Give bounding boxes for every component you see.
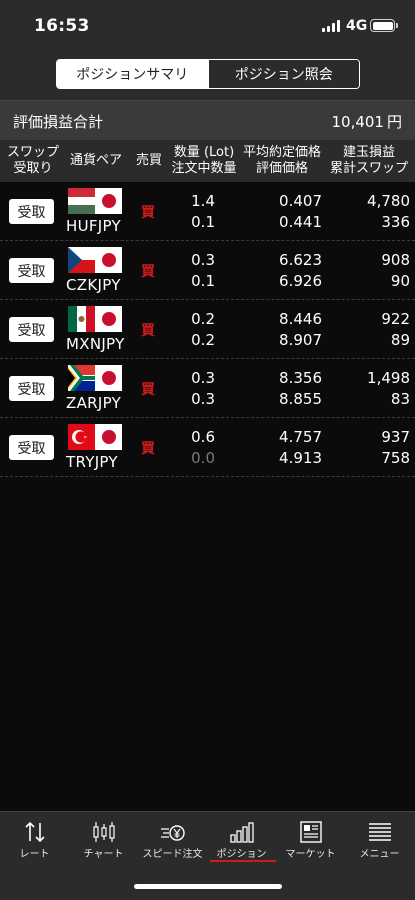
segment-bar: ポジションサマリ ポジション照会 bbox=[0, 50, 415, 100]
currency-pair-flags bbox=[68, 247, 122, 273]
pair-name: ZARJPY bbox=[66, 394, 122, 412]
currency-pair-flags bbox=[68, 188, 122, 214]
menu-list-icon bbox=[369, 823, 391, 841]
table-header: スワップ 受取り 通貨ペア 売買 数量 (Lot) 注文中数量 平均約定価格 評価価格… bbox=[0, 140, 415, 182]
quantity-value: 0.6 bbox=[191, 428, 215, 446]
tab-market[interactable]: マーケット bbox=[276, 812, 345, 868]
home-indicator[interactable] bbox=[134, 884, 282, 889]
average-price-value: 8.446 bbox=[279, 310, 322, 328]
flag-czech-icon bbox=[68, 247, 95, 273]
signal-icon bbox=[322, 20, 341, 32]
position-row[interactable]: 受取 TRYJPY 買 0.6 0.0 4.757 4.913 937 758 bbox=[0, 418, 415, 477]
receive-swap-button[interactable]: 受取 bbox=[9, 317, 54, 342]
bar-chart-icon bbox=[230, 822, 254, 843]
receive-swap-button[interactable]: 受取 bbox=[9, 258, 54, 283]
position-pl-value: 937 bbox=[381, 428, 410, 446]
pair-name: TRYJPY bbox=[66, 453, 118, 471]
flag-hungary-icon bbox=[68, 188, 95, 214]
flag-japan-icon bbox=[95, 365, 122, 391]
header-swap-receive: スワップ 受取り bbox=[6, 145, 59, 176]
receive-swap-button[interactable]: 受取 bbox=[9, 435, 54, 460]
accumulated-swap-value: 758 bbox=[381, 449, 410, 467]
quantity-value: 0.2 bbox=[191, 310, 215, 328]
tab-menu-label: メニュー bbox=[359, 849, 400, 860]
order-quantity-value: 0.0 bbox=[191, 449, 215, 467]
flag-turkey-icon bbox=[68, 424, 95, 450]
header-quantity: 数量 (Lot) 注文中数量 bbox=[171, 145, 237, 176]
trade-side: 買 bbox=[141, 323, 155, 339]
candlestick-icon bbox=[93, 822, 115, 842]
tab-menu[interactable]: メニュー bbox=[345, 812, 414, 868]
arrows-updown-icon bbox=[25, 821, 45, 843]
header-pl-swap: 建玉損益 累計スワップ bbox=[329, 145, 408, 176]
trade-side: 買 bbox=[141, 205, 155, 221]
order-quantity-value: 0.2 bbox=[191, 331, 215, 349]
header-pair: 通貨ペア bbox=[69, 153, 122, 168]
average-price-value: 4.757 bbox=[279, 428, 322, 446]
header-price: 平均約定価格 評価価格 bbox=[242, 145, 321, 176]
total-pl-row: 評価損益合計 10,401 円 bbox=[0, 100, 415, 140]
currency-pair-flags bbox=[68, 365, 122, 391]
header-side: 売買 bbox=[135, 153, 162, 168]
newspaper-icon bbox=[300, 821, 322, 843]
currency-pair-flags bbox=[68, 424, 122, 450]
pair-name: HUFJPY bbox=[66, 217, 121, 235]
evaluation-price-value: 0.441 bbox=[279, 213, 322, 231]
position-row[interactable]: 受取 ZARJPY 買 0.3 0.3 8.356 8.855 1,498 83 bbox=[0, 359, 415, 418]
accumulated-swap-value: 90 bbox=[390, 272, 410, 290]
flag-south-africa-icon bbox=[68, 365, 95, 391]
status-time: 16:53 bbox=[34, 16, 90, 36]
evaluation-price-value: 8.855 bbox=[279, 390, 322, 408]
position-row[interactable]: 受取 MXNJPY 買 0.2 0.2 8.446 8.907 922 89 bbox=[0, 300, 415, 359]
quantity-value: 0.3 bbox=[191, 251, 215, 269]
currency-pair-flags bbox=[68, 306, 122, 332]
order-quantity-value: 0.3 bbox=[191, 390, 215, 408]
accumulated-swap-value: 89 bbox=[390, 331, 410, 349]
trade-side: 買 bbox=[141, 441, 155, 457]
tab-position-inquiry[interactable]: ポジション照会 bbox=[207, 60, 359, 88]
evaluation-price-value: 4.913 bbox=[279, 449, 322, 467]
receive-swap-button[interactable]: 受取 bbox=[9, 199, 54, 224]
battery-icon bbox=[370, 19, 398, 32]
position-list: 受取 HUFJPY 買 1.4 0.1 0.407 0.441 4,780 33… bbox=[0, 182, 415, 477]
quantity-value: 0.3 bbox=[191, 369, 215, 387]
status-bar: 16:53 4G bbox=[0, 0, 415, 50]
position-row[interactable]: 受取 HUFJPY 買 1.4 0.1 0.407 0.441 4,780 33… bbox=[0, 182, 415, 241]
tab-speed-order[interactable]: スピード注文 bbox=[138, 812, 207, 868]
position-segment-control: ポジションサマリ ポジション照会 bbox=[56, 59, 360, 89]
speed-yen-icon bbox=[161, 825, 185, 841]
position-pl-value: 4,780 bbox=[367, 192, 410, 210]
pair-name: MXNJPY bbox=[66, 335, 125, 353]
trade-side: 買 bbox=[141, 382, 155, 398]
tab-position-summary[interactable]: ポジションサマリ bbox=[57, 60, 208, 88]
tab-rate[interactable]: レート bbox=[0, 812, 69, 868]
flag-japan-icon bbox=[95, 247, 122, 273]
average-price-value: 6.623 bbox=[279, 251, 322, 269]
trade-side: 買 bbox=[141, 264, 155, 280]
flag-japan-icon bbox=[95, 188, 122, 214]
accumulated-swap-value: 83 bbox=[390, 390, 410, 408]
flag-japan-icon bbox=[95, 306, 122, 332]
average-price-value: 0.407 bbox=[279, 192, 322, 210]
evaluation-price-value: 8.907 bbox=[279, 331, 322, 349]
position-pl-value: 908 bbox=[381, 251, 410, 269]
position-pl-value: 1,498 bbox=[367, 369, 410, 387]
network-type: 4G bbox=[346, 18, 368, 34]
accumulated-swap-value: 336 bbox=[381, 213, 410, 231]
position-row[interactable]: 受取 CZKJPY 買 0.3 0.1 6.623 6.926 908 90 bbox=[0, 241, 415, 300]
flag-mexico-icon bbox=[68, 306, 95, 332]
flag-japan-icon bbox=[95, 424, 122, 450]
pair-name: CZKJPY bbox=[66, 276, 121, 294]
order-quantity-value: 0.1 bbox=[191, 213, 215, 231]
evaluation-price-value: 6.926 bbox=[279, 272, 322, 290]
average-price-value: 8.356 bbox=[279, 369, 322, 387]
order-quantity-value: 0.1 bbox=[191, 272, 215, 290]
tab-chart[interactable]: チャート bbox=[69, 812, 138, 868]
quantity-value: 1.4 bbox=[191, 192, 215, 210]
total-pl-label: 評価損益合計 bbox=[13, 113, 104, 131]
total-pl-value: 10,401 円 bbox=[331, 113, 402, 131]
receive-swap-button[interactable]: 受取 bbox=[9, 376, 54, 401]
position-pl-value: 922 bbox=[381, 310, 410, 328]
active-tab-indicator bbox=[210, 860, 276, 862]
